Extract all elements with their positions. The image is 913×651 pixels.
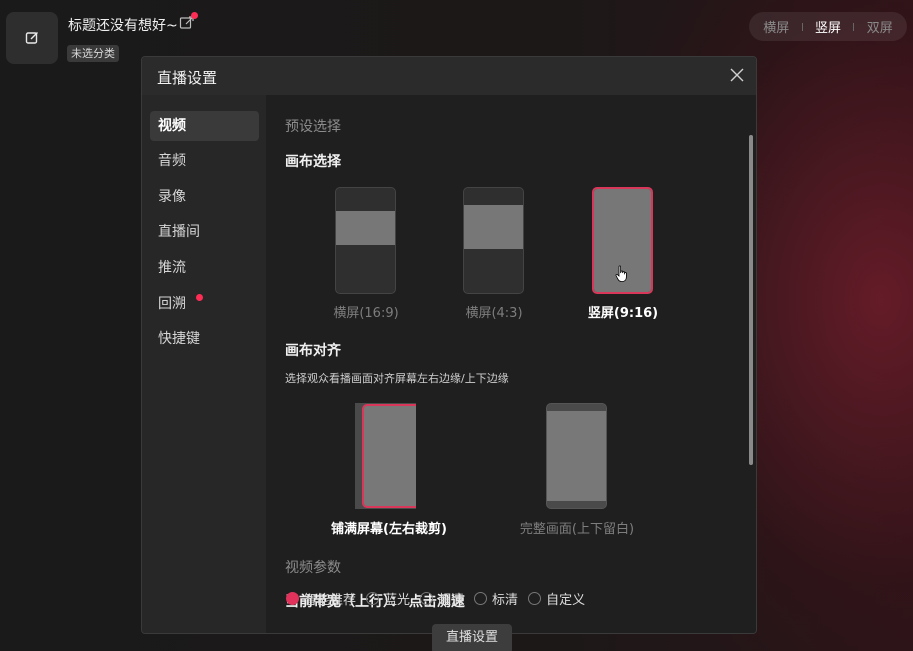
quality-radio-group: 智能推荐 蓝光 超清 标清 自定义	[286, 589, 585, 608]
radio-icon	[474, 592, 488, 605]
screen-mode-switch[interactable]: 横屏 竖屏 双屏	[749, 12, 907, 41]
video-settings-panel: 预设选择 画布选择 横屏(16:9) 横屏(4:3) 竖屏(9:16) 画布对齐…	[266, 95, 756, 633]
quality-bluray[interactable]: 蓝光	[366, 589, 410, 608]
radio-icon	[366, 592, 380, 605]
nav-shortcuts[interactable]: 快捷键	[150, 324, 259, 354]
notification-dot	[191, 12, 198, 19]
video-params-label: 视频参数	[285, 560, 341, 576]
nav-replay[interactable]: 回溯	[150, 289, 259, 319]
dialog-header: 直播设置	[142, 57, 756, 95]
mode-divider	[853, 22, 855, 31]
quality-smart-label: 智能推荐	[304, 593, 357, 608]
nav-record[interactable]: 录像	[150, 182, 259, 212]
nav-replay-dot	[196, 294, 203, 301]
canvas-caption-9-16: 竖屏(9:16)	[587, 306, 659, 321]
align-preview	[362, 404, 416, 508]
quality-custom-label: 自定义	[546, 593, 586, 608]
mode-landscape[interactable]: 横屏	[763, 17, 789, 36]
mode-portrait[interactable]: 竖屏	[815, 17, 841, 36]
canvas-option-9-16[interactable]	[592, 187, 653, 294]
scrollbar[interactable]	[749, 135, 753, 465]
dialog-title: 直播设置	[157, 69, 218, 87]
radio-icon	[420, 592, 434, 605]
align-caption-full: 完整画面(上下留白)	[519, 522, 635, 537]
settings-sidebar: 视频 音频 录像 直播间 推流 回溯 快捷键	[142, 95, 266, 633]
canvas-caption-4-3: 横屏(4:3)	[465, 306, 523, 321]
canvas-align-label: 画布对齐	[285, 343, 341, 359]
quality-smart[interactable]: 智能推荐	[286, 589, 356, 608]
nav-video[interactable]: 视频	[150, 111, 259, 141]
canvas-option-16-9[interactable]	[335, 187, 396, 294]
canvas-option-4-3[interactable]	[463, 187, 524, 294]
nav-live-room[interactable]: 直播间	[150, 217, 259, 247]
edit-cover-button[interactable]	[6, 12, 58, 64]
canvas-select-label: 画布选择	[285, 154, 341, 170]
align-option-full[interactable]	[546, 403, 607, 509]
quality-standard[interactable]: 标清	[474, 589, 518, 608]
edit-icon	[25, 32, 38, 44]
nav-stream[interactable]: 推流	[150, 253, 259, 283]
mode-divider	[801, 22, 803, 31]
scrollbar-thumb[interactable]	[749, 135, 753, 465]
live-settings-button[interactable]: 直播设置	[432, 624, 512, 651]
canvas-preview	[464, 205, 523, 249]
hand-cursor-icon	[615, 265, 627, 282]
radio-icon	[528, 592, 542, 605]
radio-selected-icon	[286, 592, 299, 605]
quality-standard-label: 标清	[492, 593, 519, 608]
mode-dual[interactable]: 双屏	[867, 17, 893, 36]
quality-bluray-label: 蓝光	[384, 593, 411, 608]
category-tag[interactable]: 未选分类	[67, 45, 119, 62]
close-icon[interactable]	[730, 68, 744, 82]
nav-audio[interactable]: 音频	[150, 146, 259, 176]
quality-super[interactable]: 超清	[420, 589, 464, 608]
canvas-align-desc: 选择观众看播画面对齐屏幕左右边缘/上下边缘	[285, 372, 509, 385]
align-preview	[547, 411, 606, 501]
canvas-preview	[336, 211, 395, 245]
nav-replay-label: 回溯	[158, 296, 186, 312]
quality-super-label: 超清	[438, 593, 465, 608]
quality-custom[interactable]: 自定义	[528, 589, 585, 608]
room-title[interactable]: 标题还没有想好~	[68, 15, 178, 35]
align-caption-fill: 铺满屏幕(左右裁剪)	[331, 522, 447, 537]
preset-label: 预设选择	[285, 119, 341, 135]
canvas-caption-16-9: 横屏(16:9)	[333, 306, 399, 321]
align-option-fill[interactable]	[355, 403, 416, 509]
live-settings-dialog: 直播设置 视频 音频 录像 直播间 推流 回溯 快捷键 预设选择 画布选择 横屏…	[141, 56, 757, 634]
